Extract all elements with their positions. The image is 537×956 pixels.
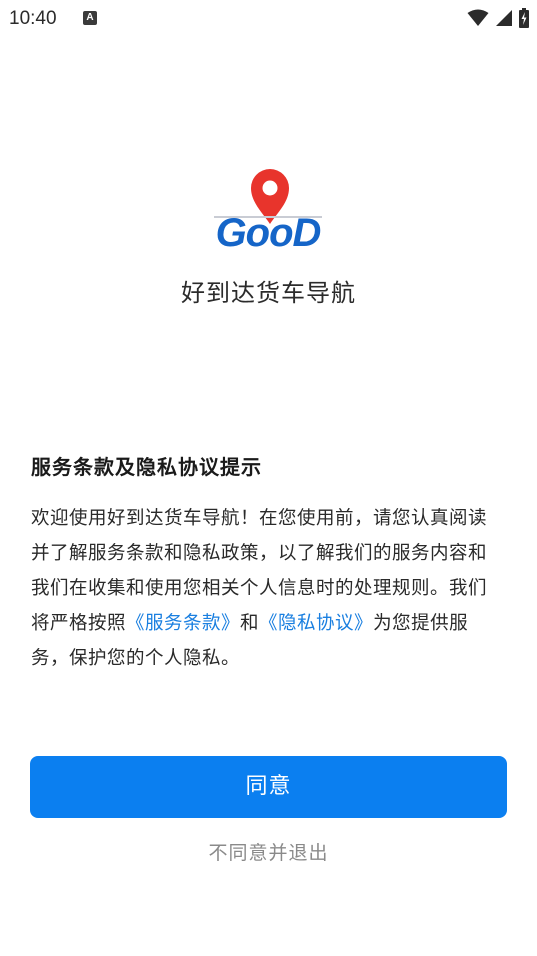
notification-a-icon: A [83,11,97,25]
privacy-policy-link[interactable]: 《隐私协议》 [259,613,373,634]
terms-of-service-link[interactable]: 《服务条款》 [126,613,240,634]
dialog-title: 服务条款及隐私协议提示 [31,455,262,479]
app-name: 好到达货车导航 [181,279,356,307]
app-logo: GooD [204,166,332,258]
logo-text: GooD [216,211,321,255]
status-time: 10:40 [9,8,57,29]
status-icons [467,8,529,28]
wifi-icon [467,9,489,26]
agree-button[interactable]: 同意 [30,756,507,818]
agreement-text: 欢迎使用好到达货车导航！在您使用前，请您认真阅读并了解服务条款和隐私政策，以了解… [31,501,501,676]
agreement-text-and: 和 [240,613,260,634]
logo-graphic: GooD [214,169,322,255]
battery-charging-icon [519,8,529,28]
signal-icon [496,10,512,26]
status-bar: 10:40 A [0,0,537,36]
disagree-exit-button[interactable]: 不同意并退出 [0,838,537,865]
